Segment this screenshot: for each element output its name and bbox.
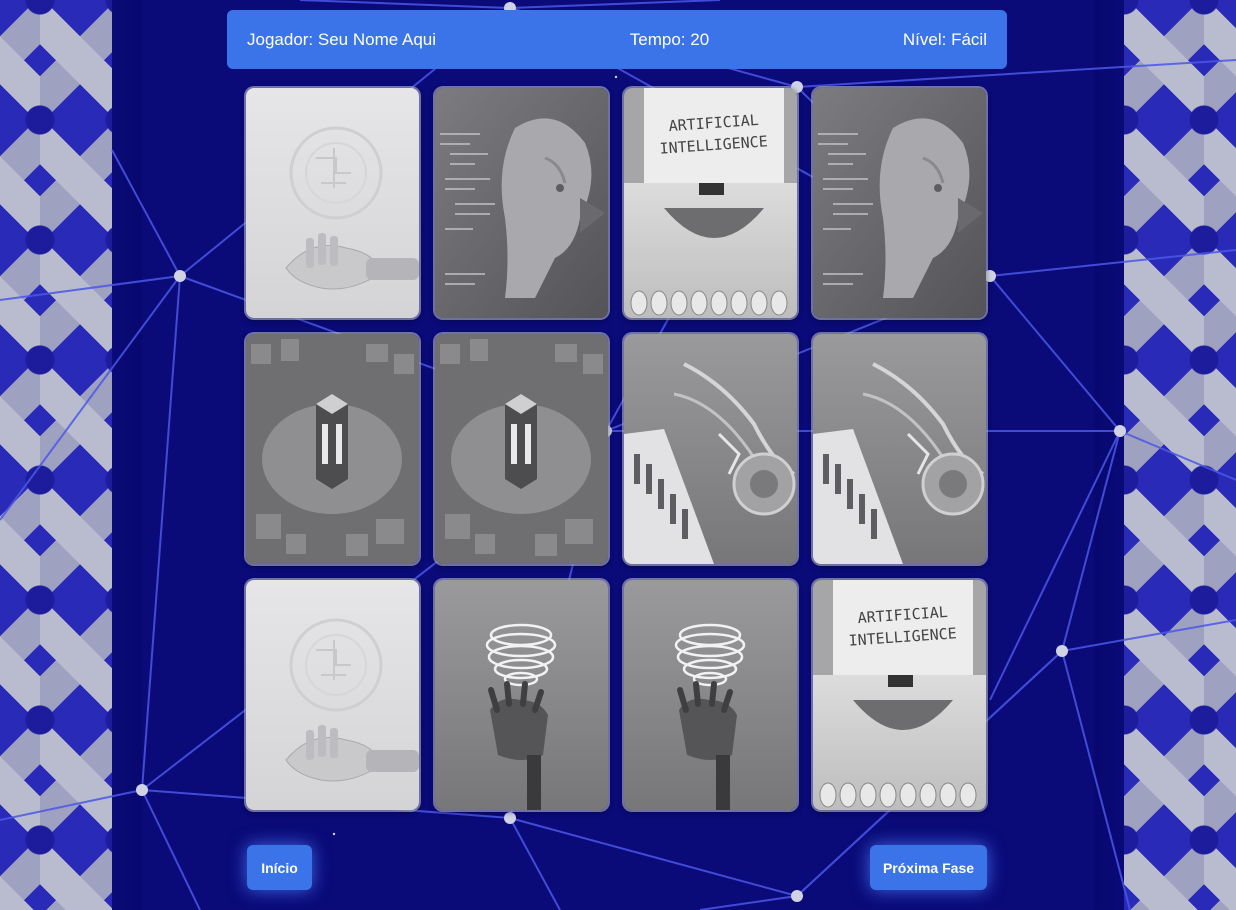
typewriter-ai-image: ARTIFICIAL INTELLIGENCE (813, 580, 986, 810)
robot-arms-keyboard-image (813, 334, 986, 564)
typewriter-ai-image: ARTIFICIAL INTELLIGENCE (624, 88, 797, 318)
memory-card[interactable] (624, 334, 797, 564)
robot-face-code-image (813, 88, 986, 318)
next-phase-button[interactable]: Próxima Fase (870, 845, 987, 890)
memory-card[interactable] (813, 334, 986, 564)
level-indicator: Nível: Fácil (902, 29, 987, 49)
memory-card[interactable]: ARTIFICIAL INTELLIGENCE (813, 580, 986, 810)
memory-card[interactable]: ARTIFICIAL INTELLIGENCE (624, 88, 797, 318)
glowing-cube-city-image (246, 334, 419, 564)
robot-hand-brain-image (246, 88, 419, 318)
robot-face-code-image (435, 88, 608, 318)
game-header: Jogador: Seu Nome Aqui Tempo: 20 Nível: … (227, 10, 1007, 69)
robot-arms-keyboard-image (624, 334, 797, 564)
robot-hand-neon-brain-image (435, 580, 608, 810)
robot-hand-neon-brain-image (624, 580, 797, 810)
timer: Tempo: 20 (629, 29, 710, 49)
memory-card[interactable] (435, 88, 608, 318)
player-name: Jogador: Seu Nome Aqui (247, 29, 437, 49)
memory-card[interactable] (813, 88, 986, 318)
memory-card[interactable] (246, 88, 419, 318)
memory-card[interactable] (246, 334, 419, 564)
memory-card[interactable] (435, 334, 608, 564)
memory-card[interactable] (624, 580, 797, 810)
card-grid: ARTIFICIAL INTELLIGENCE ARTIFICIAL INTEL… (246, 88, 986, 810)
robot-hand-brain-image (246, 580, 419, 810)
glowing-cube-city-image (435, 334, 608, 564)
memory-card[interactable] (246, 580, 419, 810)
start-button[interactable]: Início (247, 845, 312, 890)
memory-card[interactable] (435, 580, 608, 810)
